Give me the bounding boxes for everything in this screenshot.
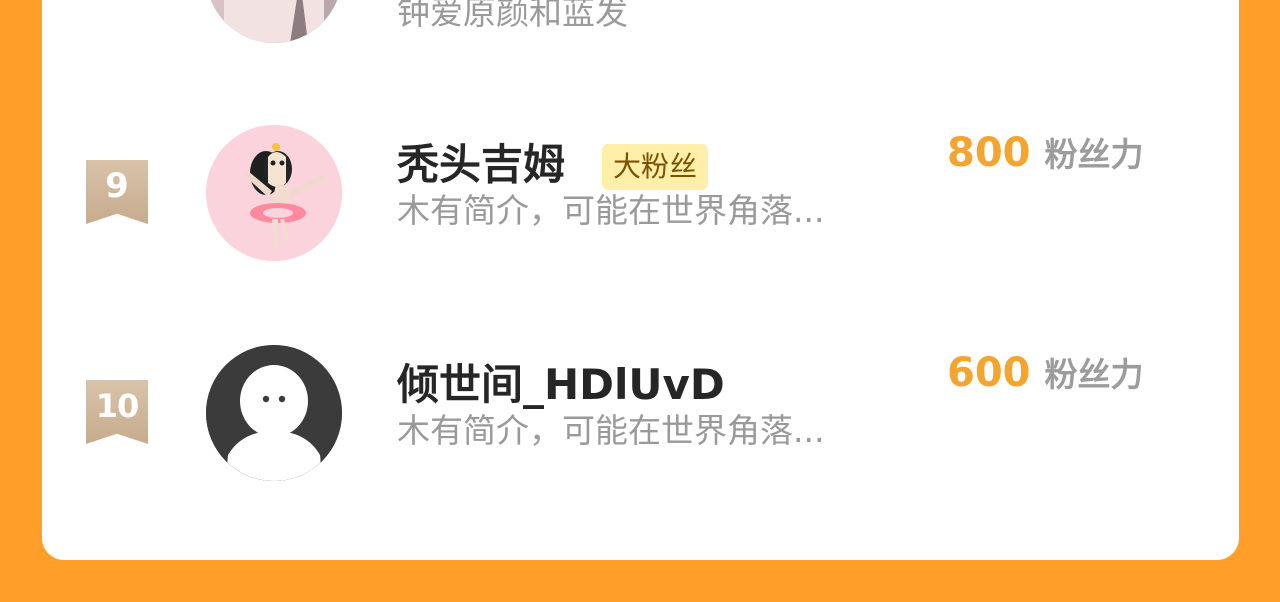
list-item[interactable]: 9 秃头吉姆 大粉丝 木有简介，可能在世界角落... 800 粉丝力 [42, 122, 1239, 262]
username[interactable]: 秃头吉姆 [397, 140, 565, 190]
fan-power-value: 600 [947, 350, 1031, 396]
fan-power-label: 粉丝力 [1044, 355, 1144, 394]
ballerina-avatar-image [206, 125, 342, 261]
fan-power-value: 800 [947, 130, 1031, 176]
default-user-silhouette-icon [206, 345, 342, 481]
user-bio: 木有简介，可能在世界角落... [397, 191, 825, 230]
leaderboard-card: 钟爱原颜和蓝发 9 秃头吉姆 大粉丝 木有简介，可能在世界角落... 800 粉… [42, 0, 1239, 560]
fan-power-score: 800 粉丝力 [947, 128, 1144, 186]
avatar[interactable] [206, 345, 342, 481]
username[interactable]: 倾世间_HDlUvD [397, 360, 725, 410]
avatar[interactable] [206, 125, 342, 261]
rank-ribbon-icon: 9 [86, 160, 148, 224]
rank-ribbon-icon: 10 [86, 380, 148, 444]
fan-power-label: 粉丝力 [1044, 135, 1144, 174]
user-bio: 木有简介，可能在世界角落... [397, 411, 825, 450]
big-fan-badge: 大粉丝 [602, 144, 709, 190]
user-bio: 钟爱原颜和蓝发 [397, 0, 628, 32]
fan-power-score: 600 粉丝力 [947, 348, 1144, 406]
avatar-photo-image [206, 0, 342, 43]
list-item[interactable]: 钟爱原颜和蓝发 [42, 0, 1239, 80]
avatar[interactable] [206, 0, 342, 43]
list-item[interactable]: 10 倾世间_HDlUvD 木有简介，可能在世界角落... 600 粉丝力 [42, 342, 1239, 482]
